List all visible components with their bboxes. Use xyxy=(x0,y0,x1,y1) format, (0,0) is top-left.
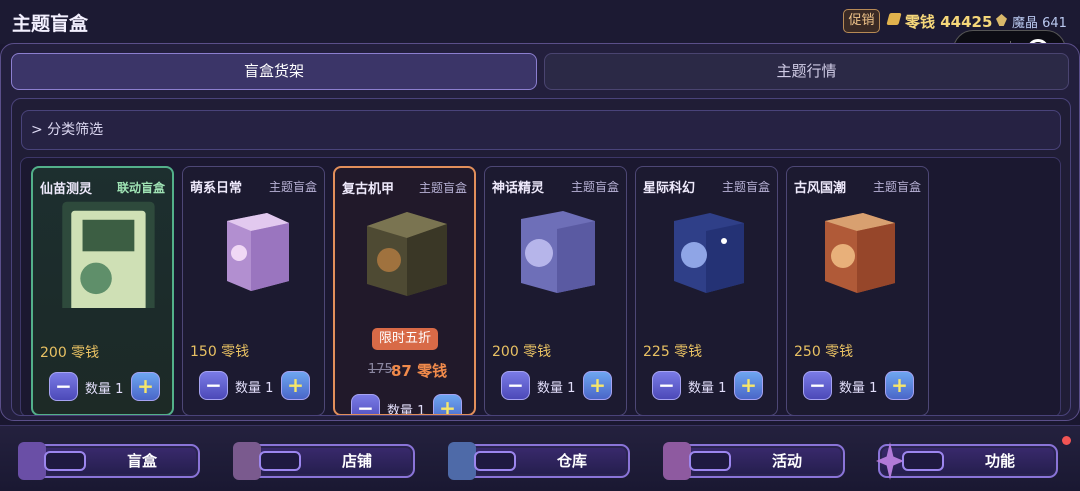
card-tag: 主题盲盒 xyxy=(570,180,619,194)
card-tag: 主题盲盒 xyxy=(418,181,467,195)
blindbox-icon xyxy=(18,442,46,480)
blindbox-image xyxy=(62,201,155,308)
blindbox-image xyxy=(367,212,447,296)
top-bar: 主题盲盒 促销 零钱 44425 魔晶 641 xyxy=(0,0,1080,44)
nav-label: 功能 xyxy=(984,452,1015,470)
blindbox-image xyxy=(674,213,744,293)
nav-slot xyxy=(902,451,944,471)
gem-balance: 魔晶 641 xyxy=(1012,16,1067,31)
nav-slot xyxy=(44,451,86,471)
page-title: 主题盲盒 xyxy=(12,13,89,35)
card-tag: 主题盲盒 xyxy=(872,180,921,194)
category-filter-toggle[interactable]: > 分类筛选 xyxy=(21,110,1061,150)
coin-icon xyxy=(886,13,902,25)
blindbox-image xyxy=(521,211,595,293)
sale-price: 87 零钱 xyxy=(391,362,448,380)
nav-shop[interactable]: 店铺 xyxy=(233,442,415,480)
promo-button[interactable]: 促销 xyxy=(843,9,880,33)
tab-blindbox-shelf[interactable]: 盲盒货架 xyxy=(11,53,537,90)
increase-button[interactable]: + xyxy=(583,371,612,400)
blindbox-card[interactable]: 仙苗测灵 联动盲盒 200 零钱 − 数量 1 + xyxy=(31,166,174,415)
sale-badge: 限时五折 xyxy=(372,328,438,350)
nav-label: 仓库 xyxy=(556,452,587,470)
quantity-label: 数量 1 xyxy=(235,381,274,396)
nav-function[interactable]: 功能 xyxy=(876,442,1058,480)
original-price: 175 xyxy=(368,362,393,377)
nav-warehouse[interactable]: 仓库 xyxy=(448,442,630,480)
card-name: 复古机甲 xyxy=(342,182,395,197)
card-price: 200 零钱 xyxy=(40,345,100,361)
quantity-stepper: − 数量 1 + xyxy=(199,371,311,401)
card-name: 古风国潮 xyxy=(794,181,847,196)
decrease-button[interactable]: − xyxy=(351,394,380,414)
tab-theme-market[interactable]: 主题行情 xyxy=(544,53,1069,90)
decrease-button[interactable]: − xyxy=(652,371,681,400)
coin-balance: 零钱 44425 xyxy=(905,13,993,31)
card-price: 250 零钱 xyxy=(794,344,854,360)
main-panel: 盲盒货架 主题行情 > 分类筛选 仙苗测灵 联动盲盒 200 零钱 − 数量 1… xyxy=(0,43,1080,421)
card-name: 星际科幻 xyxy=(643,181,696,196)
shelf-container: > 分类筛选 仙苗测灵 联动盲盒 200 零钱 − 数量 1 + 萌系日常 主题… xyxy=(11,98,1071,416)
card-price: 200 零钱 xyxy=(492,344,552,360)
function-icon xyxy=(876,442,904,480)
gem-icon xyxy=(996,14,1007,26)
shop-icon xyxy=(233,442,261,480)
card-name: 仙苗测灵 xyxy=(40,182,93,197)
quantity-label: 数量 1 xyxy=(387,404,426,416)
nav-label: 盲盒 xyxy=(126,452,157,470)
blindbox-card[interactable]: 神话精灵 主题盲盒 200 零钱 − 数量 1 + xyxy=(484,166,627,415)
card-name: 萌系日常 xyxy=(190,181,243,196)
quantity-stepper: − 数量 1 + xyxy=(652,371,764,401)
nav-slot xyxy=(689,451,731,471)
blindbox-card[interactable]: 复古机甲 主题盲盒 限时五折 175 87 零钱 − 数量 1 + xyxy=(333,166,476,416)
event-icon xyxy=(663,442,691,480)
blindbox-card[interactable]: 星际科幻 主题盲盒 225 零钱 − 数量 1 + xyxy=(635,166,778,415)
bottom-nav: 盲盒 店铺 仓库 活动 功能 xyxy=(0,425,1080,491)
quantity-label: 数量 1 xyxy=(85,382,124,397)
increase-button[interactable]: + xyxy=(433,394,462,414)
increase-button[interactable]: + xyxy=(131,372,160,401)
card-list: 仙苗测灵 联动盲盒 200 零钱 − 数量 1 + 萌系日常 主题盲盒 150 … xyxy=(20,157,1061,416)
card-tag: 联动盲盒 xyxy=(116,181,165,195)
nav-slot xyxy=(259,451,301,471)
card-tag: 主题盲盒 xyxy=(268,180,317,194)
quantity-label: 数量 1 xyxy=(839,381,878,396)
card-tag: 主题盲盒 xyxy=(721,180,770,194)
increase-button[interactable]: + xyxy=(281,371,310,400)
blindbox-image xyxy=(825,213,895,293)
blindbox-card[interactable]: 萌系日常 主题盲盒 150 零钱 − 数量 1 + xyxy=(182,166,325,415)
decrease-button[interactable]: − xyxy=(199,371,228,400)
nav-slot xyxy=(474,451,516,471)
decrease-button[interactable]: − xyxy=(803,371,832,400)
decrease-button[interactable]: − xyxy=(49,372,78,401)
card-price: 150 零钱 xyxy=(190,344,250,360)
nav-label: 店铺 xyxy=(341,452,372,470)
nav-event[interactable]: 活动 xyxy=(663,442,845,480)
nav-blindbox[interactable]: 盲盒 xyxy=(18,442,200,480)
quantity-label: 数量 1 xyxy=(537,381,576,396)
card-price: 225 零钱 xyxy=(643,344,703,360)
quantity-label: 数量 1 xyxy=(688,381,727,396)
increase-button[interactable]: + xyxy=(885,371,914,400)
warehouse-icon xyxy=(448,442,476,480)
card-name: 神话精灵 xyxy=(492,181,545,196)
notification-dot xyxy=(1062,436,1071,445)
quantity-stepper: − 数量 1 + xyxy=(351,394,463,416)
nav-label: 活动 xyxy=(771,452,802,470)
quantity-stepper: − 数量 1 + xyxy=(49,372,161,402)
increase-button[interactable]: + xyxy=(734,371,763,400)
quantity-stepper: − 数量 1 + xyxy=(501,371,613,401)
blindbox-card[interactable]: 古风国潮 主题盲盒 250 零钱 − 数量 1 + xyxy=(786,166,929,415)
blindbox-image xyxy=(227,213,289,291)
quantity-stepper: − 数量 1 + xyxy=(803,371,915,401)
decrease-button[interactable]: − xyxy=(501,371,530,400)
